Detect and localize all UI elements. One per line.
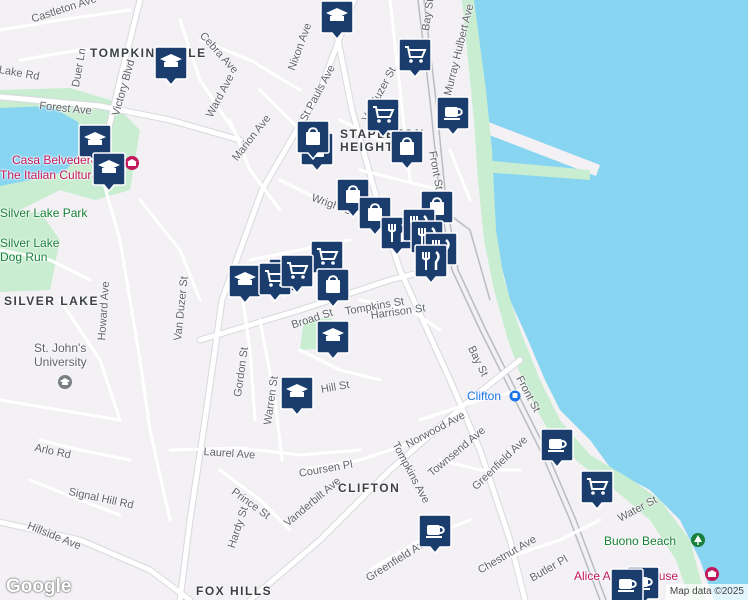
marker-shopping[interactable] [296, 120, 330, 160]
marker-cafe[interactable] [436, 96, 470, 136]
marker-grocery[interactable] [580, 470, 614, 510]
university-icon[interactable] [57, 374, 73, 390]
poi-silver-lake-dog-run[interactable]: Silver Lake Dog Run [0, 236, 76, 264]
marker-school[interactable] [154, 46, 188, 86]
label-tompkinsville: TOMPKINSVILLE [90, 46, 207, 60]
park-tree-icon[interactable] [690, 532, 706, 548]
marker-grocery[interactable] [398, 38, 432, 78]
map-attribution[interactable]: Map data ©2025 [665, 584, 748, 600]
marker-cafe[interactable] [610, 568, 644, 600]
poi-silver-lake-park[interactable]: Silver Lake Park [0, 206, 87, 220]
marker-cafe[interactable] [418, 514, 452, 554]
marker-cafe[interactable] [540, 428, 574, 468]
marker-grocery[interactable] [280, 254, 314, 294]
marker-shopping[interactable] [316, 268, 350, 308]
label-fox-hills: FOX HILLS [196, 584, 273, 598]
poi-st-johns-university[interactable]: St. John's University [34, 341, 104, 369]
label-silver-lake: SILVER LAKE [4, 294, 99, 308]
marker-school[interactable] [92, 152, 126, 192]
marker-shopping[interactable] [390, 130, 424, 170]
google-logo: Google [6, 576, 72, 597]
map-canvas[interactable]: TOMPKINSVILLE SILVER LAKE CLIFTON STAPLE… [0, 0, 748, 600]
poi-buono-beach[interactable]: Buono Beach [604, 534, 676, 548]
marker-school[interactable] [320, 0, 354, 40]
poi-italian-cultural[interactable]: The Italian Cultural [0, 168, 101, 182]
museum-icon[interactable] [124, 155, 140, 171]
museum-icon[interactable] [704, 566, 720, 582]
poi-clifton-station[interactable]: Clifton [467, 389, 501, 403]
marker-restaurant[interactable] [414, 244, 448, 284]
marker-school[interactable] [228, 264, 262, 304]
marker-school[interactable] [316, 320, 350, 360]
marker-school[interactable] [280, 376, 314, 416]
label-clifton: CLIFTON [338, 481, 401, 495]
